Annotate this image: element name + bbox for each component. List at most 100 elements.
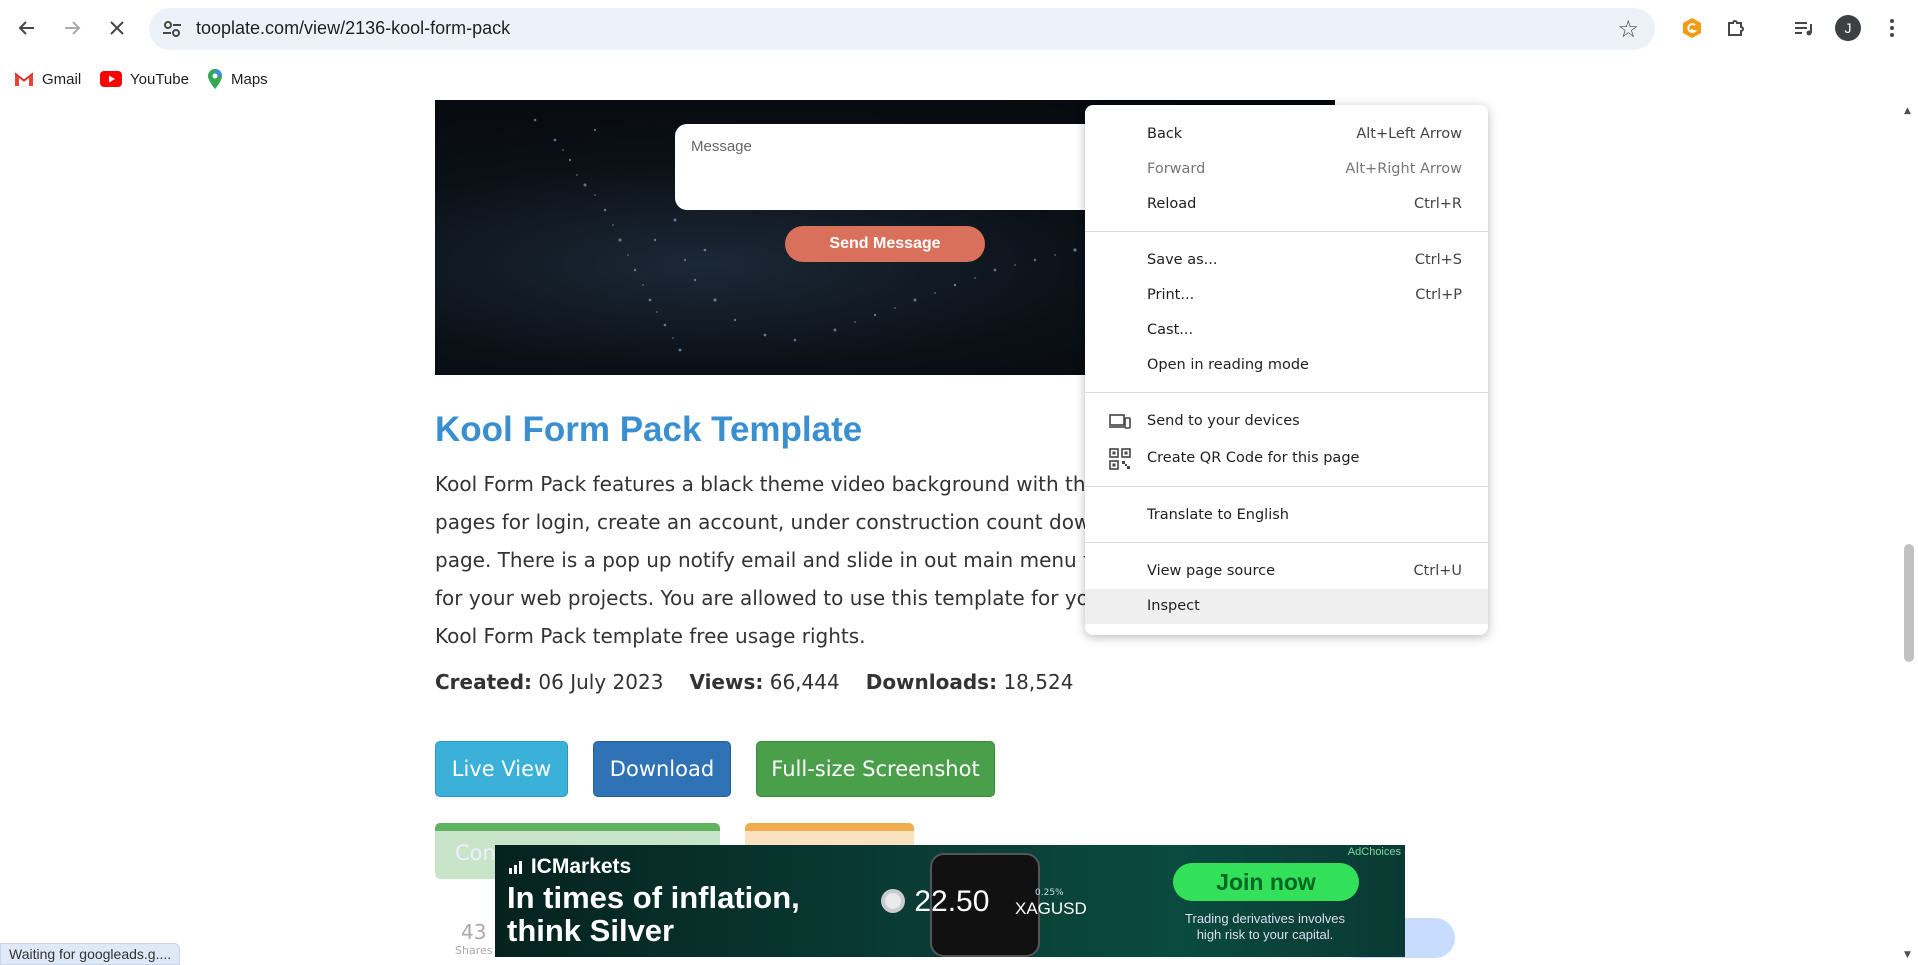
qr-code-icon xyxy=(1109,448,1131,470)
menu-item-shortcut: Ctrl+S xyxy=(1414,252,1462,268)
browser-toolbar: tooplate.com/view/2136-kool-form-pack ☆ … xyxy=(0,0,1918,58)
menu-item-forward[interactable]: Forward Alt+Right Arrow xyxy=(1085,152,1488,187)
ad-headline: In times of inflation, think Silver xyxy=(507,881,800,947)
site-settings-icon[interactable] xyxy=(161,18,183,40)
url-text[interactable]: tooplate.com/view/2136-kool-form-pack xyxy=(196,18,510,39)
created-label: Created: xyxy=(435,670,533,694)
menu-item-inspect[interactable]: Inspect xyxy=(1085,589,1488,624)
stop-loading-button[interactable] xyxy=(99,10,135,46)
ad-join-now-button[interactable]: Join now xyxy=(1173,863,1359,901)
silver-coin-icon xyxy=(881,889,905,913)
ad-headline-line: In times of inflation, xyxy=(507,880,800,915)
menu-item-label: Print... xyxy=(1147,287,1195,303)
menu-item-translate[interactable]: Translate to English xyxy=(1085,498,1488,533)
bookmark-label: YouTube xyxy=(130,70,189,88)
scroll-up-arrow-icon[interactable]: ▲ xyxy=(1904,106,1911,116)
bookmark-label: Gmail xyxy=(42,70,82,88)
menu-item-label: Inspect xyxy=(1147,598,1200,614)
ad-disclaimer-line: high risk to your capital. xyxy=(1196,927,1334,942)
page-title: Kool Form Pack Template xyxy=(435,410,863,449)
menu-item-qr-code[interactable]: Create QR Code for this page xyxy=(1085,441,1488,476)
bookmark-star-icon[interactable]: ☆ xyxy=(1617,15,1639,43)
menu-item-label: Create QR Code for this page xyxy=(1147,450,1360,466)
menu-item-back[interactable]: Back Alt+Left Arrow xyxy=(1085,117,1488,152)
scrollbar-thumb[interactable] xyxy=(1904,544,1914,662)
ad-headline-line: think Silver xyxy=(507,913,675,948)
menu-item-label: Back xyxy=(1147,126,1183,142)
full-size-screenshot-button[interactable]: Full-size Screenshot xyxy=(756,741,995,797)
views-value: 66,444 xyxy=(769,670,840,694)
bookmark-youtube[interactable]: YouTube xyxy=(100,66,189,92)
menu-item-label: Save as... xyxy=(1147,252,1218,268)
share-count: 43 Shares xyxy=(455,920,492,957)
gmail-icon xyxy=(14,72,34,86)
menu-item-shortcut: Alt+Left Arrow xyxy=(1356,126,1462,142)
menu-item-shortcut: Ctrl+R xyxy=(1413,196,1462,212)
views-label: Views: xyxy=(689,670,764,694)
menu-item-label: Reload xyxy=(1147,196,1197,212)
extensions-puzzle-icon[interactable] xyxy=(1718,10,1754,46)
downloads-value: 18,524 xyxy=(1003,670,1074,694)
ad-symbol: XAGUSD xyxy=(1015,899,1087,918)
youtube-icon xyxy=(100,71,122,87)
share-count-value: 43 xyxy=(461,920,487,944)
forward-arrow-icon xyxy=(65,21,81,35)
address-bar[interactable]: tooplate.com/view/2136-kool-form-pack ☆ xyxy=(149,8,1655,50)
share-count-label: Shares xyxy=(455,944,493,957)
menu-divider xyxy=(1085,231,1488,232)
menu-item-label: View page source xyxy=(1147,563,1275,579)
menu-item-shortcut: Alt+Right Arrow xyxy=(1345,161,1462,177)
menu-item-label: Translate to English xyxy=(1147,507,1289,523)
context-menu: Back Alt+Left Arrow Forward Alt+Right Ar… xyxy=(1085,105,1488,635)
ad-price-value: 22.50 xyxy=(914,885,990,918)
views-stat: Views: 66,444 xyxy=(689,670,839,694)
ad-change: 0.25% xyxy=(1035,888,1064,898)
back-button[interactable] xyxy=(9,10,45,46)
ad-disclaimer-line: Trading derivatives involves xyxy=(1185,911,1345,926)
menu-item-reading-mode[interactable]: Open in reading mode xyxy=(1085,348,1488,383)
menu-divider xyxy=(1085,486,1488,487)
ad-banner[interactable]: ICMarkets In times of inflation, think S… xyxy=(495,845,1405,957)
send-message-button-preview: Send Message xyxy=(785,226,985,262)
downloads-stat: Downloads: 18,524 xyxy=(866,670,1074,694)
menu-item-cast[interactable]: Cast... xyxy=(1085,313,1488,348)
adchoices-link[interactable]: AdChoices xyxy=(1348,846,1401,858)
page-viewport: Message Send Message Kool Form Pack Temp… xyxy=(0,100,1900,965)
ad-brand: ICMarkets xyxy=(509,855,631,879)
extension-g-icon[interactable] xyxy=(1674,10,1710,46)
ad-disclaimer: Trading derivatives involves high risk t… xyxy=(1155,911,1375,943)
media-control-icon[interactable] xyxy=(1785,10,1821,46)
template-stats: Created: 06 July 2023 Views: 66,444 Down… xyxy=(435,670,1073,694)
menu-item-send-to-devices[interactable]: Send to your devices xyxy=(1085,404,1488,439)
created-stat: Created: 06 July 2023 xyxy=(435,670,663,694)
menu-item-shortcut: Ctrl+U xyxy=(1413,563,1462,579)
menu-item-label: Forward xyxy=(1147,161,1206,177)
close-icon xyxy=(110,21,124,35)
menu-item-label: Open in reading mode xyxy=(1147,357,1309,373)
menu-item-reload[interactable]: Reload Ctrl+R xyxy=(1085,187,1488,222)
bookmark-maps[interactable]: Maps xyxy=(207,66,268,92)
downloads-label: Downloads: xyxy=(865,670,998,694)
bookmarks-bar: Gmail YouTube Maps xyxy=(0,58,1918,100)
menu-item-print[interactable]: Print... Ctrl+P xyxy=(1085,278,1488,313)
scroll-down-arrow-icon[interactable]: ▼ xyxy=(1904,950,1911,960)
bars-logo-icon xyxy=(509,861,522,874)
menu-item-label: Cast... xyxy=(1147,322,1194,338)
download-button[interactable]: Download xyxy=(593,741,731,797)
bookmark-label: Maps xyxy=(231,70,268,88)
maps-icon xyxy=(208,69,222,89)
menu-kebab-icon[interactable] xyxy=(1874,10,1910,46)
back-arrow-icon xyxy=(18,21,34,35)
faded-button-label: Con xyxy=(455,841,496,865)
created-value: 06 July 2023 xyxy=(538,670,664,694)
forward-button[interactable] xyxy=(54,10,90,46)
avatar: J xyxy=(1835,15,1861,41)
live-view-button[interactable]: Live View xyxy=(435,741,568,797)
status-bubble: Waiting for googleads.g.... xyxy=(0,943,181,965)
profile-avatar[interactable]: J xyxy=(1830,10,1866,46)
menu-item-view-source[interactable]: View page source Ctrl+U xyxy=(1085,554,1488,589)
page-scrollbar[interactable]: ▲ ▼ xyxy=(1900,100,1918,965)
bookmark-gmail[interactable]: Gmail xyxy=(14,66,81,92)
message-placeholder: Message xyxy=(691,138,752,155)
menu-item-save-as[interactable]: Save as... Ctrl+S xyxy=(1085,243,1488,278)
